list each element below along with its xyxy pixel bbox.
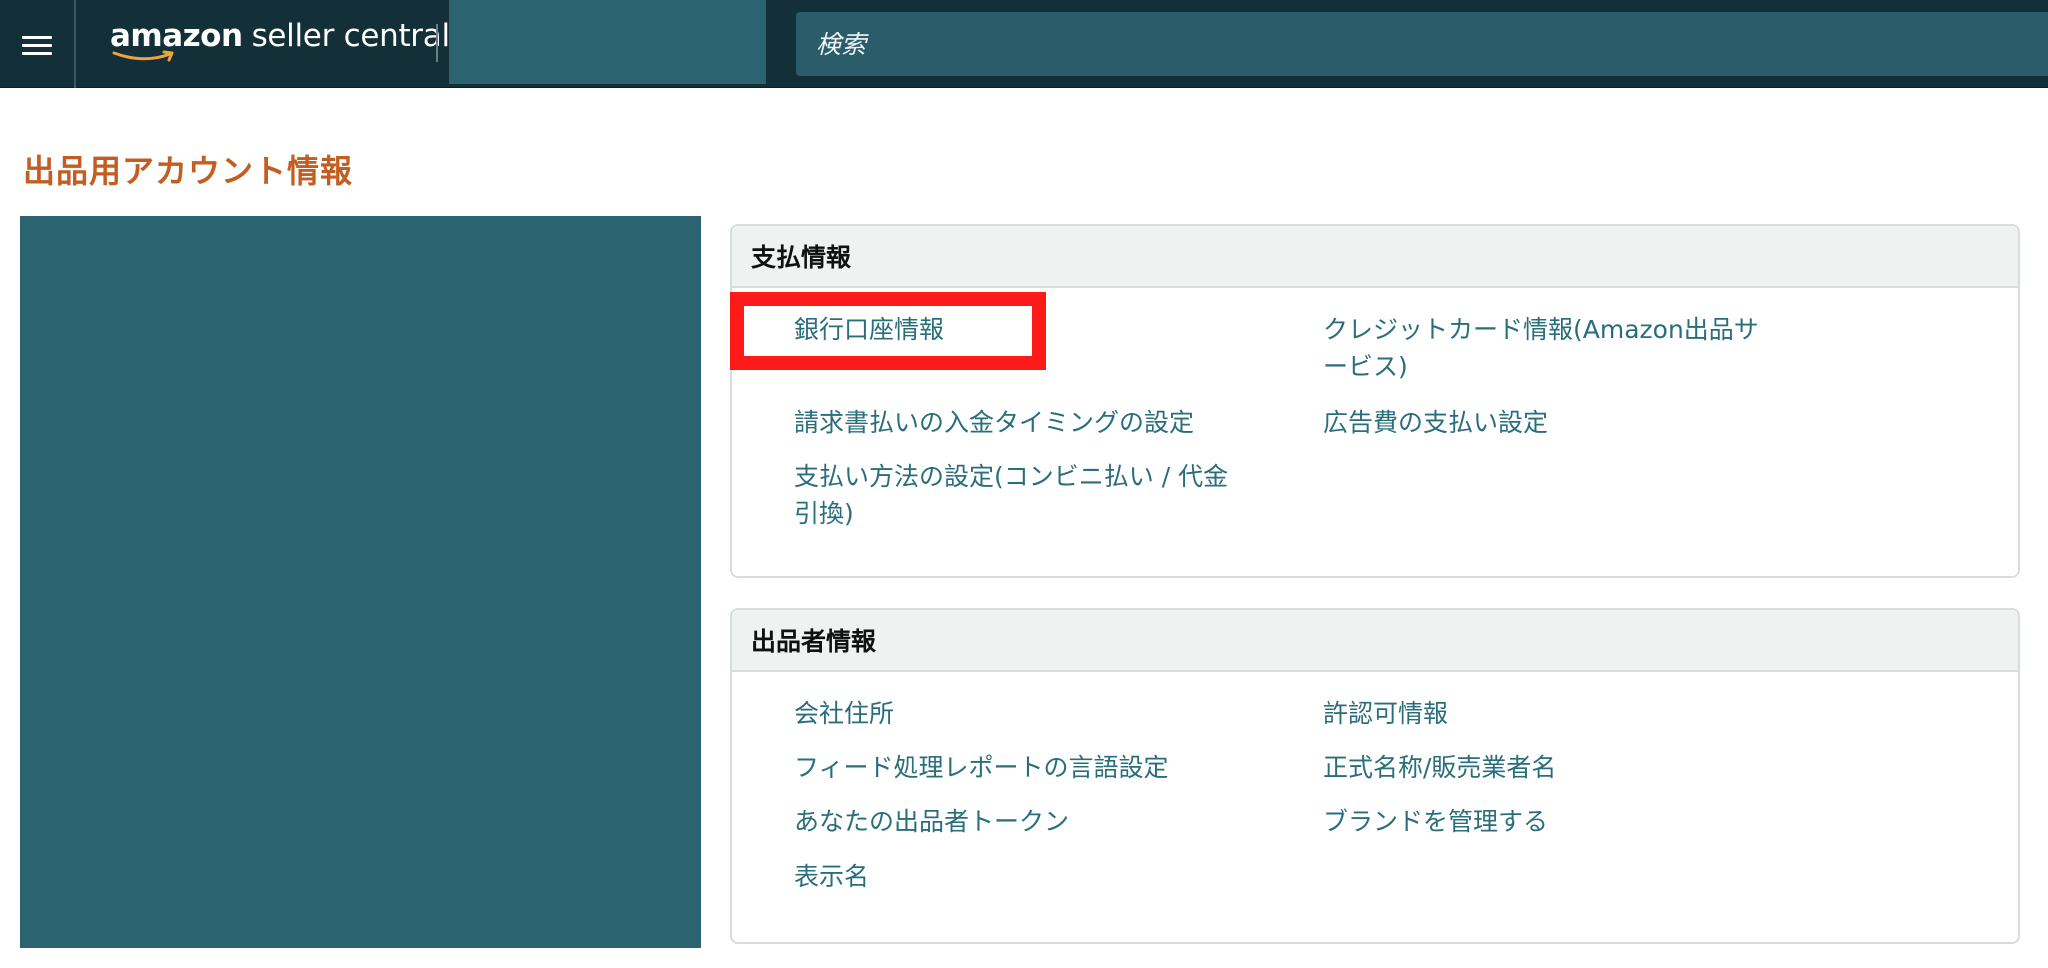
credit-card-info-link[interactable]: クレジットカード情報(Amazon出品サービス): [1323, 311, 1778, 385]
payment-method-settings-link[interactable]: 支払い方法の設定(コンビニ払い / 代金引換): [794, 458, 1249, 532]
legal-name-link[interactable]: 正式名称/販売業者名: [1323, 749, 1783, 786]
manage-brands-link[interactable]: ブランドを管理する: [1323, 803, 1783, 840]
amazon-seller-central-logo[interactable]: amazon seller central: [110, 16, 450, 72]
invoice-payment-timing-link[interactable]: 請求書払いの入金タイミングの設定: [794, 404, 1254, 441]
bank-account-info-link[interactable]: 銀行口座情報: [794, 311, 1254, 348]
amazon-smile-icon: [112, 50, 174, 62]
top-navigation-bar: amazon seller central: [0, 0, 2048, 88]
seller-token-link[interactable]: あなたの出品者トークン: [794, 803, 1254, 840]
license-info-link[interactable]: 許認可情報: [1323, 695, 1783, 732]
payment-info-card: 支払情報 銀行口座情報 クレジットカード情報(Amazon出品サービス) 請求書…: [730, 224, 2020, 578]
topbar-placeholder-block: [449, 0, 766, 84]
company-address-link[interactable]: 会社住所: [794, 695, 1254, 732]
search-input[interactable]: [796, 12, 2048, 76]
payment-info-header: 支払情報: [732, 226, 2018, 288]
page-title: 出品用アカウント情報: [23, 152, 354, 190]
logo-suffix-text: seller central: [251, 18, 451, 54]
seller-info-card: 出品者情報 会社住所 許認可情報 フィード処理レポートの言語設定 正式名称/販売…: [730, 608, 2020, 944]
seller-info-header: 出品者情報: [732, 610, 2018, 672]
display-name-link[interactable]: 表示名: [794, 858, 1254, 895]
ad-payment-settings-link[interactable]: 広告費の支払い設定: [1323, 404, 1783, 441]
hamburger-menu-icon: [22, 32, 52, 56]
feed-report-language-link[interactable]: フィード処理レポートの言語設定: [794, 749, 1254, 786]
left-content-panel: [20, 216, 701, 948]
logo-divider: [436, 24, 438, 62]
hamburger-menu-button[interactable]: [0, 0, 76, 88]
